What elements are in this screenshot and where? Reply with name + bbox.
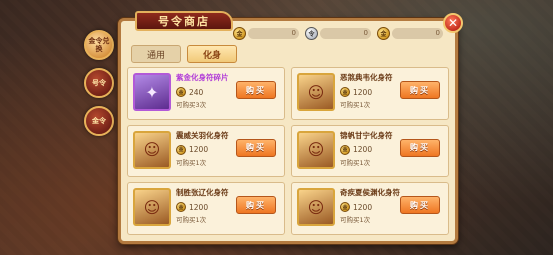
price-row: 金 1200 — [340, 144, 373, 155]
currency-value: 0 — [392, 27, 443, 39]
item-price: 240 — [189, 87, 204, 97]
item-price: 1200 — [353, 145, 373, 155]
purchase-limit: 可购买3次 — [176, 101, 207, 109]
buy-button[interactable]: 购买 — [400, 81, 440, 99]
purchase-limit: 可购买1次 — [340, 158, 371, 167]
avatar-fragment-icon: ✦ — [133, 73, 171, 111]
side-tab-gold[interactable]: 金令 — [84, 106, 114, 136]
gold-coin-icon: 金 — [340, 87, 350, 97]
currency-bar: 金 0 令 0 金 0 — [233, 25, 443, 41]
silver-coin-icon: 令 — [305, 26, 318, 40]
shop-panel: 号令商店 金 0 令 0 金 0 ✕ 通用 化身 ✦ 紫金化身符碎片 金 240 — [118, 11, 463, 244]
side-tab-gold-exchange[interactable]: 金令兑换 — [84, 30, 114, 60]
price-row: 金 1200 — [340, 87, 372, 97]
gold-coin-icon: 金 — [176, 202, 186, 213]
item-name: 紫金化身符碎片 — [176, 73, 229, 82]
tab-general[interactable]: 通用 — [131, 45, 181, 63]
buy-button[interactable]: 购买 — [236, 196, 276, 215]
gold-coin-icon: 金 — [176, 87, 186, 97]
shop-item: ☺ 恶煞典韦化身符 金 1200 可购买1次 购买 — [291, 67, 449, 120]
currency-gold: 金 0 — [233, 26, 299, 40]
shop-item: ☺ 震威关羽化身符 金 1200 可购买1次 购买 — [127, 124, 285, 178]
gold-coin-icon: 金 — [340, 144, 350, 155]
price-row: 金 1200 — [340, 202, 373, 213]
price-row: 金 240 — [176, 87, 203, 97]
close-button[interactable]: ✕ — [443, 13, 463, 33]
close-icon: ✕ — [447, 16, 459, 30]
shop-item: ☺ 制胜张辽化身符 金 1200 可购买1次 购买 — [127, 182, 285, 235]
side-tab-order[interactable]: 号令 — [84, 68, 114, 98]
price-row: 金 1200 — [176, 202, 209, 213]
buy-button[interactable]: 购买 — [400, 196, 440, 215]
gold-coin-icon: 金 — [233, 26, 246, 40]
purchase-limit: 可购买1次 — [176, 216, 207, 225]
gold-coin-icon: 金 — [377, 26, 390, 40]
item-grid: ✦ 紫金化身符碎片 金 240 可购买3次 购买 ☺ 恶煞典韦化身符 金 120… — [127, 67, 449, 235]
tab-avatar[interactable]: 化身 — [187, 45, 237, 63]
item-price: 1200 — [353, 202, 373, 212]
item-name: 恶煞典韦化身符 — [340, 73, 393, 82]
buy-button[interactable]: 购买 — [236, 138, 276, 157]
gold-coin-icon: 金 — [176, 144, 186, 155]
shop-title: 号令商店 — [135, 11, 233, 31]
shop-item: ☺ 锦帆甘宁化身符 金 1200 可购买1次 购买 — [291, 124, 449, 178]
buy-button[interactable]: 购买 — [236, 81, 276, 99]
currency-silver: 令 0 — [305, 26, 371, 40]
side-nav: 金令兑换 号令 金令 — [84, 30, 118, 136]
shop-tabs: 通用 化身 — [131, 45, 237, 63]
item-price: 1200 — [353, 87, 373, 97]
item-name: 奇疾夏侯渊化身符 — [340, 188, 400, 198]
hero-portrait-icon: ☺ — [297, 188, 335, 227]
item-name: 锦帆甘宁化身符 — [340, 130, 393, 140]
currency-value: 0 — [320, 27, 371, 39]
purchase-limit: 可购买1次 — [340, 216, 371, 225]
price-row: 金 1200 — [176, 144, 209, 155]
shop-item: ✦ 紫金化身符碎片 金 240 可购买3次 购买 — [127, 67, 285, 120]
purchase-limit: 可购买1次 — [340, 101, 371, 109]
buy-button[interactable]: 购买 — [400, 138, 440, 157]
hero-portrait-icon: ☺ — [297, 130, 335, 169]
purchase-limit: 可购买1次 — [176, 158, 207, 167]
currency-value: 0 — [248, 27, 299, 39]
hero-portrait-icon: ☺ — [133, 188, 171, 227]
item-name: 制胜张辽化身符 — [176, 188, 229, 198]
currency-gold-2: 金 0 — [377, 26, 443, 40]
item-price: 1200 — [189, 202, 209, 212]
item-price: 1200 — [189, 145, 209, 155]
shop-item: ☺ 奇疾夏侯渊化身符 金 1200 可购买1次 购买 — [291, 182, 449, 235]
gold-coin-icon: 金 — [340, 202, 350, 213]
hero-portrait-icon: ☺ — [133, 130, 171, 169]
item-name: 震威关羽化身符 — [176, 130, 229, 140]
hero-portrait-icon: ☺ — [297, 73, 335, 111]
